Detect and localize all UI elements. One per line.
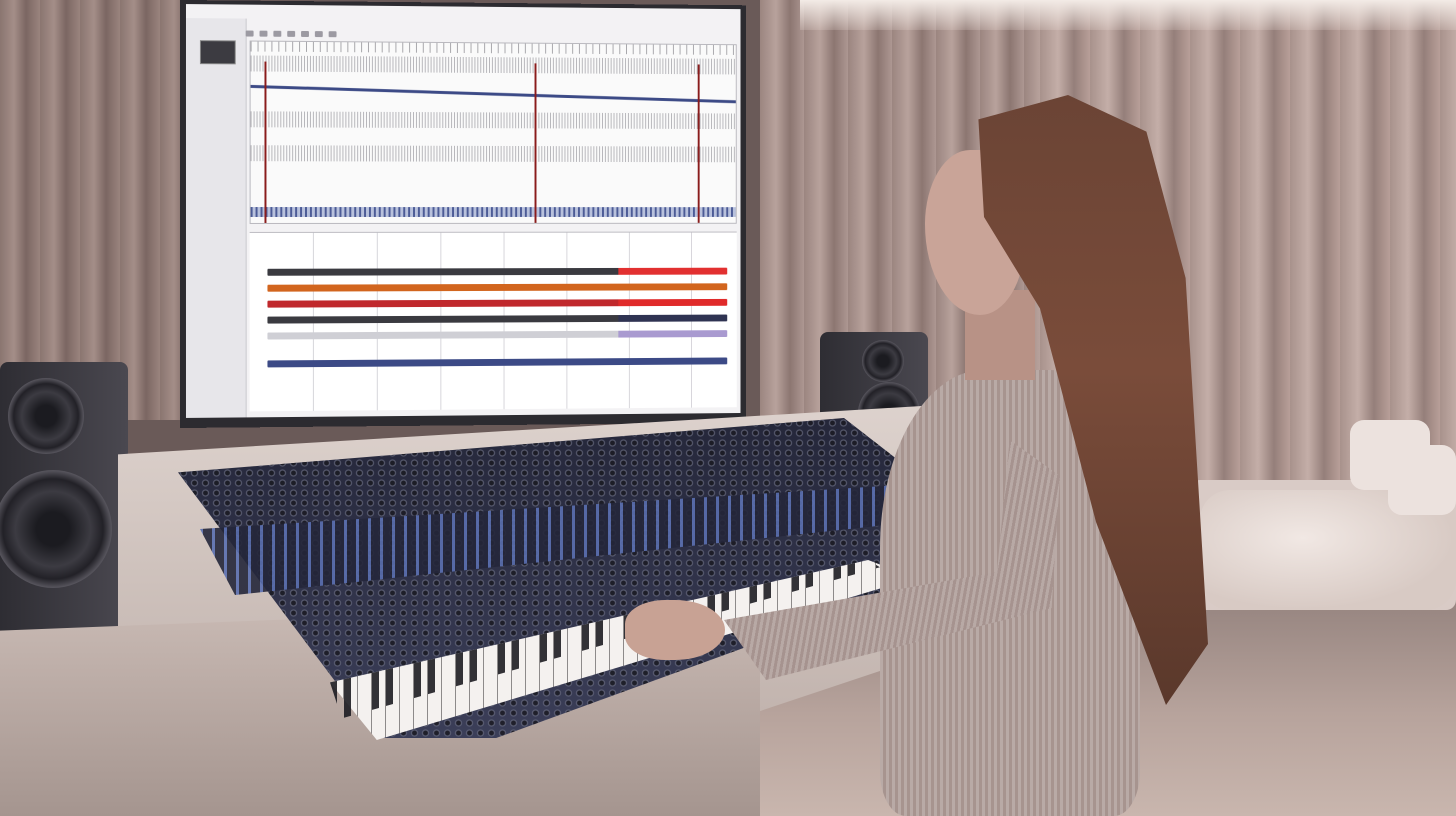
toolbar-button[interactable]	[273, 30, 282, 37]
toolbar-button[interactable]	[259, 30, 268, 37]
studio-speaker-left	[0, 362, 128, 654]
browser-panel[interactable]	[185, 18, 247, 418]
track-lane[interactable]	[267, 330, 728, 340]
daw-screen	[185, 4, 741, 418]
track-lane[interactable]	[267, 357, 728, 368]
toolbar-button[interactable]	[314, 31, 323, 38]
ceiling-light	[800, 0, 1456, 30]
timeline-ruler[interactable]	[250, 41, 736, 55]
toolbar-button[interactable]	[245, 30, 254, 37]
curtain-left	[0, 0, 180, 420]
arrange-view[interactable]	[249, 40, 737, 224]
locator-marker[interactable]	[264, 61, 267, 223]
playhead[interactable]	[534, 63, 537, 223]
toolbar-button[interactable]	[287, 30, 296, 37]
audio-clip-strip[interactable]	[250, 207, 736, 217]
tweeter	[8, 378, 84, 454]
toolbar	[245, 30, 337, 38]
person-hand	[625, 600, 725, 660]
preview-thumbnail	[199, 40, 236, 65]
automation-line[interactable]	[250, 84, 736, 104]
pillow	[1388, 445, 1456, 515]
track-lane[interactable]	[267, 298, 728, 308]
toolbar-button[interactable]	[301, 30, 309, 38]
track-lane[interactable]	[267, 314, 728, 324]
woofer	[0, 470, 112, 588]
track-lane[interactable]	[267, 283, 728, 292]
audio-waveform[interactable]	[250, 111, 736, 130]
audio-waveform[interactable]	[250, 145, 736, 163]
audio-waveform[interactable]	[250, 55, 736, 75]
track-lane[interactable]	[267, 267, 728, 276]
studio-scene	[0, 0, 1456, 816]
tweeter	[862, 340, 904, 382]
sequencer-tracks[interactable]	[249, 231, 737, 412]
locator-marker[interactable]	[697, 64, 700, 223]
toolbar-button[interactable]	[328, 31, 337, 38]
computer-monitor	[180, 0, 747, 428]
